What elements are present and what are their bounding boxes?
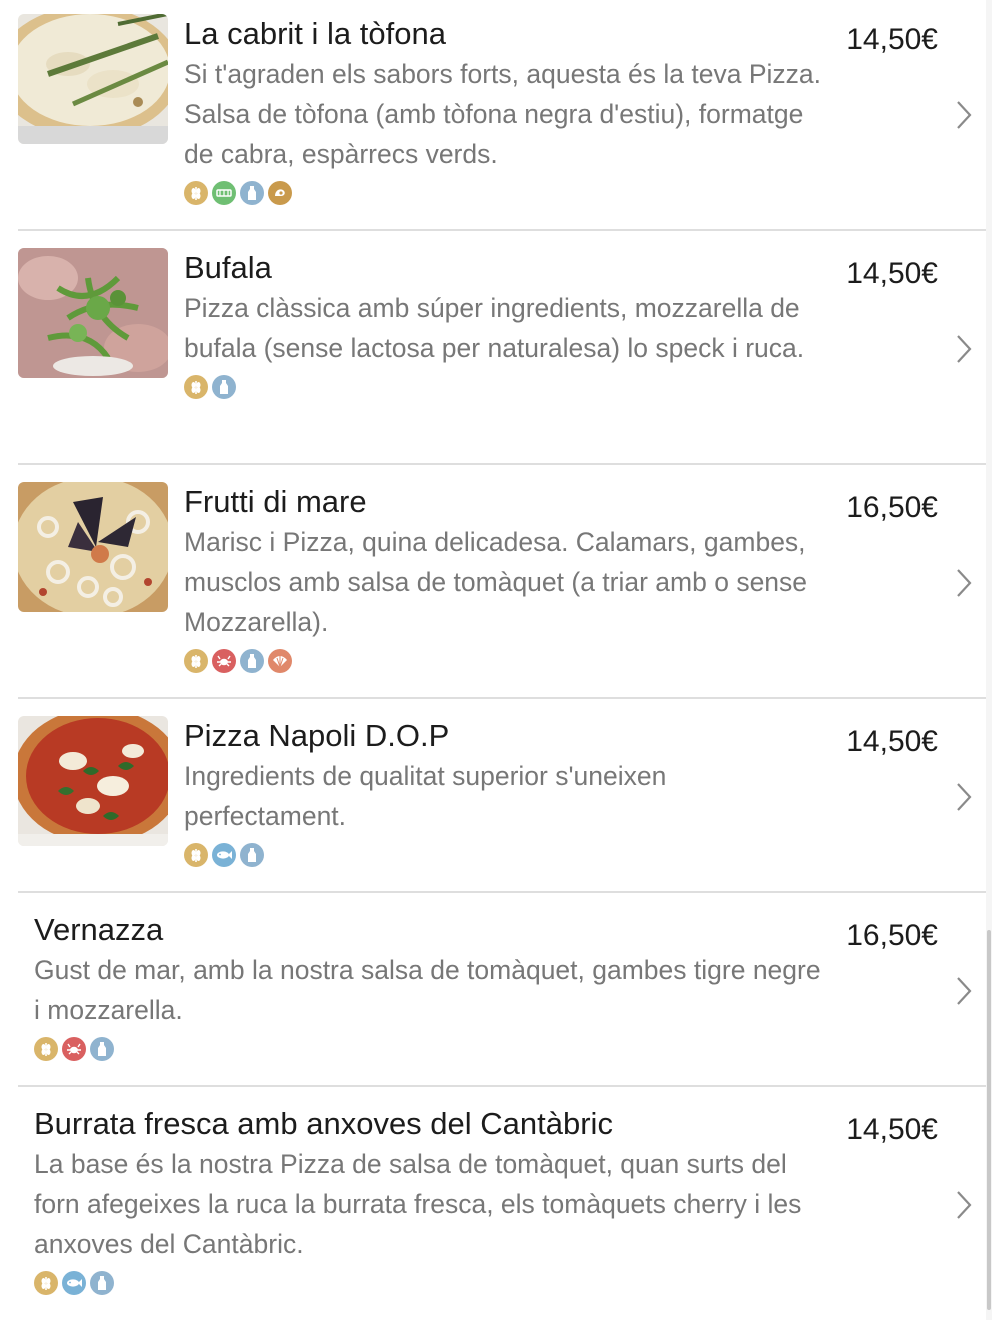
gluten-icon (34, 1271, 58, 1295)
menu-item[interactable]: Pizza Napoli D.O.P Ingredients de qualit… (18, 716, 986, 893)
allergen-list (184, 649, 824, 673)
item-title: La cabrit i la tòfona (184, 16, 446, 51)
item-description: Marisc i Pizza, quina delicadesa. Calama… (184, 527, 808, 637)
menu-list: La cabrit i la tòfona Si t'agraden els s… (0, 0, 992, 1320)
item-price: 14,50€ (846, 23, 938, 56)
item-price: 14,50€ (846, 1113, 938, 1146)
dish-photo (18, 716, 168, 846)
item-title: Bufala (184, 250, 272, 285)
divider (18, 697, 986, 699)
menu-item[interactable]: Bufala Pizza clàssica amb súper ingredie… (18, 248, 986, 465)
item-price: 16,50€ (846, 491, 938, 524)
lactose-icon (90, 1037, 114, 1061)
lactose-icon (212, 375, 236, 399)
scrollbar-thumb[interactable] (987, 930, 991, 1310)
item-title: Vernazza (34, 912, 164, 947)
allergen-list (34, 1037, 824, 1061)
item-title: Frutti di mare (184, 484, 367, 519)
divider (18, 891, 986, 893)
lactose-icon (240, 649, 264, 673)
fish-icon (62, 1271, 86, 1295)
mollusc-icon (268, 181, 292, 205)
item-description: Gust de mar, amb la nostra salsa de tomà… (34, 955, 821, 1025)
item-price: 16,50€ (846, 919, 938, 952)
gluten-icon (34, 1037, 58, 1061)
item-price: 14,50€ (846, 725, 938, 758)
gluten-icon (184, 375, 208, 399)
lactose-icon (240, 181, 264, 205)
shellfish-icon (268, 649, 292, 673)
gluten-icon (184, 843, 208, 867)
chevron-right-icon[interactable] (956, 782, 972, 812)
allergen-list (184, 375, 824, 399)
lactose-icon (240, 843, 264, 867)
gluten-icon (184, 649, 208, 673)
menu-item[interactable]: Burrata fresca amb anxoves del Cantàbric… (18, 1104, 986, 1314)
divider (18, 229, 986, 231)
dish-photo (18, 482, 168, 612)
chevron-right-icon[interactable] (956, 976, 972, 1006)
item-title: Pizza Napoli D.O.P (184, 718, 450, 753)
lactose-icon (90, 1271, 114, 1295)
dish-photo (18, 14, 168, 144)
menu-item[interactable]: La cabrit i la tòfona Si t'agraden els s… (18, 14, 986, 231)
allergen-list (34, 1271, 824, 1295)
menu-item[interactable]: Frutti di mare Marisc i Pizza, quina del… (18, 482, 986, 699)
fish-icon (212, 843, 236, 867)
item-description: Pizza clàssica amb súper ingredients, mo… (184, 293, 805, 363)
item-description: Ingredients de qualitat superior s'uneix… (184, 761, 667, 831)
item-title: Burrata fresca amb anxoves del Cantàbric (34, 1106, 613, 1141)
item-price: 14,50€ (846, 257, 938, 290)
divider (18, 1085, 986, 1087)
allergen-list (184, 181, 824, 205)
item-description: La base és la nostra Pizza de salsa de t… (34, 1149, 802, 1259)
chevron-right-icon[interactable] (956, 1190, 972, 1220)
dish-photo (18, 248, 168, 378)
divider (18, 463, 986, 465)
chevron-right-icon[interactable] (956, 334, 972, 364)
item-description: Si t'agraden els sabors forts, aquesta é… (184, 59, 821, 169)
chevron-right-icon[interactable] (956, 100, 972, 130)
menu-item[interactable]: Vernazza Gust de mar, amb la nostra sals… (18, 910, 986, 1087)
allergen-list (184, 843, 824, 867)
gluten-icon (184, 181, 208, 205)
crustacean-icon (62, 1037, 86, 1061)
crustacean-icon (212, 649, 236, 673)
chevron-right-icon[interactable] (956, 568, 972, 598)
sulphites-icon (212, 181, 236, 205)
